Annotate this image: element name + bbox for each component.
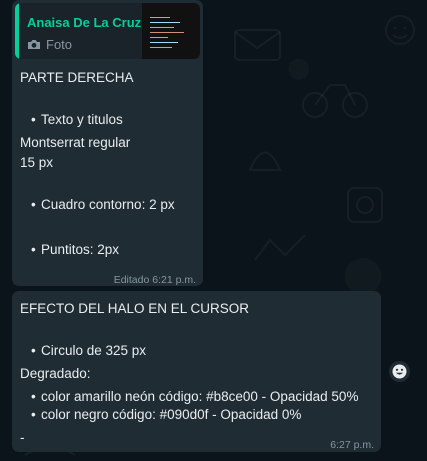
trailing-text: - [20,430,25,445]
message-heading: PARTE DERECHA [20,70,134,85]
emoji-icon [392,364,407,379]
message-bubble-1[interactable]: Anaisa De La Cruz Foto PARTE DERECHA Tex… [12,0,203,286]
reaction-button[interactable] [389,361,410,382]
gradient-label: Degradado: [20,366,91,381]
bullet-item: Texto y titulos [31,110,123,129]
font-size-text: 15 px [20,155,54,170]
message-heading: EFECTO DEL HALO EN EL CURSOR [20,301,250,316]
quote-media-type: Foto [27,35,72,54]
quote-media-label: Foto [46,37,73,52]
bullet-item: color amarillo neón código: #b8ce00 - Op… [31,387,358,406]
bullet-item: Cuadro contorno: 2 px [31,195,175,214]
bullet-item: Circulo de 325 px [31,341,146,360]
quote-thumbnail[interactable] [142,3,200,59]
message-bubble-2[interactable]: EFECTO DEL HALO EN EL CURSOR Circulo de … [12,291,381,452]
quote-author: Anaisa De La Cruz [27,15,142,30]
camera-icon [28,40,40,49]
message-timestamp: 6:27 p.m. [330,439,374,451]
quoted-message[interactable]: Anaisa De La Cruz Foto [15,3,200,59]
bullet-item: color negro código: #090d0f - Opacidad 0… [31,405,301,424]
message-timestamp: Editado 6:21 p.m. [113,274,196,286]
font-name-text: Montserrat regular [20,135,131,150]
bullet-item: Puntitos: 2px [31,240,119,259]
quote-accent-bar [15,3,19,59]
